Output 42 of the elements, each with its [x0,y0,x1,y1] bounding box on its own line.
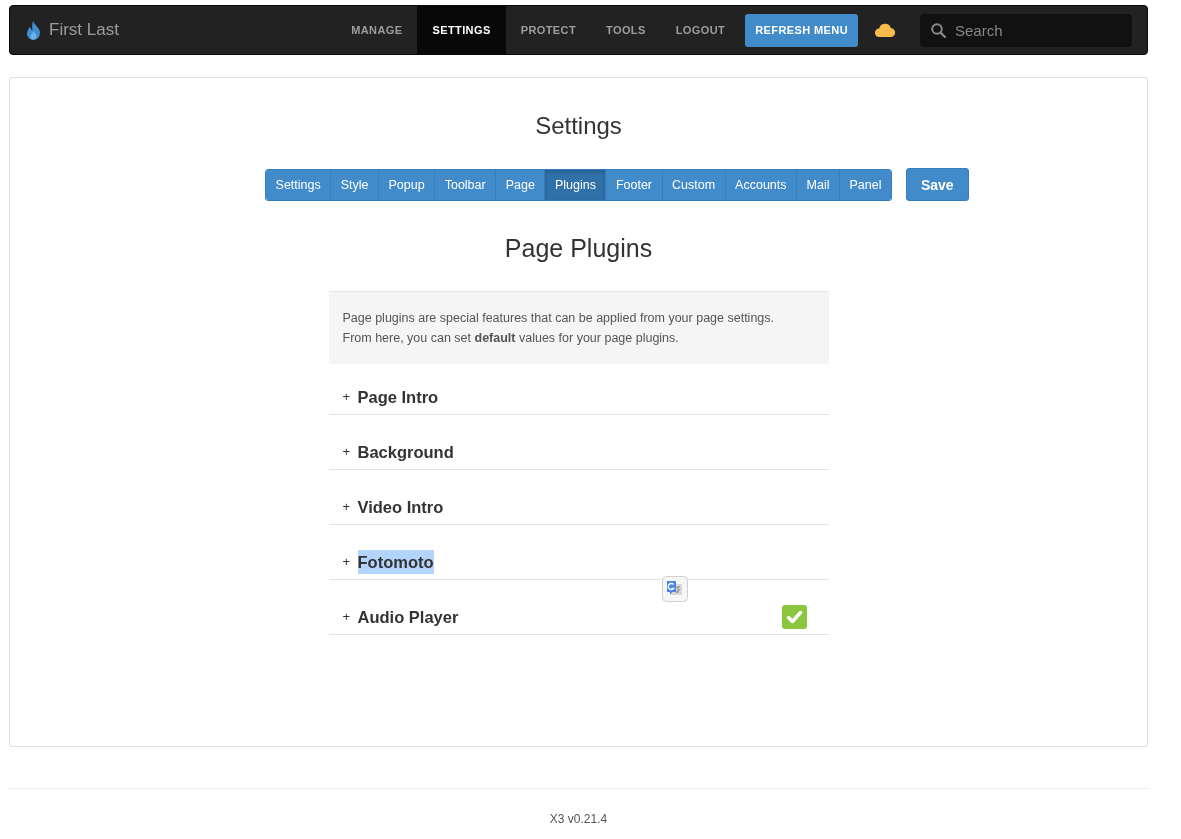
nav-menu-item[interactable]: PROTECT [505,6,592,54]
plugin-title: Video Intro [357,497,444,518]
settings-tab[interactable]: Settings [266,169,331,200]
nav-menu-item[interactable]: MANAGE [336,6,418,54]
plugin-row[interactable]: + Background [328,415,829,470]
expand-toggle[interactable]: + [342,552,358,572]
settings-tab[interactable]: Plugins [544,169,606,200]
plugin-title: Audio Player [357,607,459,628]
nav-menu-item[interactable]: LOGOUT [660,6,741,54]
settings-tab[interactable]: Footer [605,169,662,200]
plugin-title: Fotomoto [357,550,434,574]
plugin-row[interactable]: + Video Intro [328,470,829,525]
plugin-title: Background [357,442,454,463]
settings-tab[interactable]: Custom [661,169,725,200]
expand-toggle[interactable]: + [342,497,358,517]
intro-text: Page plugins are special features that can be applied from your page settings. From here, you can set default values for your page plugins. [328,291,829,364]
cloud-icon[interactable] [874,23,895,37]
settings-tab[interactable]: Style [330,169,379,200]
nav-menu-item[interactable]: SETTINGS [417,6,506,54]
search-field[interactable]: Search [920,13,1132,47]
settings-tab[interactable]: Panel [838,169,891,200]
settings-tab[interactable]: Popup [378,169,435,200]
brand-name[interactable]: First Last [49,20,119,40]
plugin-title: Page Intro [357,387,439,408]
section-title: Page Plugins [504,234,653,262]
search-icon [931,22,946,38]
nav-menu-item[interactable]: TOOLS [591,6,661,54]
refresh-menu-button[interactable]: REFRESH MENU [745,13,858,47]
expand-toggle[interactable]: + [342,442,358,462]
version-text: X3 v0.21.4 [549,812,608,826]
settings-tab[interactable]: Mail [796,169,839,200]
settings-tab[interactable]: Page [495,169,545,200]
expand-toggle[interactable]: + [342,387,358,407]
page-title: Settings [535,113,622,139]
plugin-row[interactable]: + Fotomoto [328,525,829,580]
save-button[interactable]: Save [905,168,969,201]
settings-tab[interactable]: Toolbar [434,169,496,200]
settings-tab[interactable]: Accounts [724,169,797,200]
plugin-row[interactable]: + Page Intro [328,364,829,415]
expand-toggle[interactable]: + [342,607,358,627]
flame-icon [26,20,41,40]
translate-icon[interactable] [661,576,688,602]
